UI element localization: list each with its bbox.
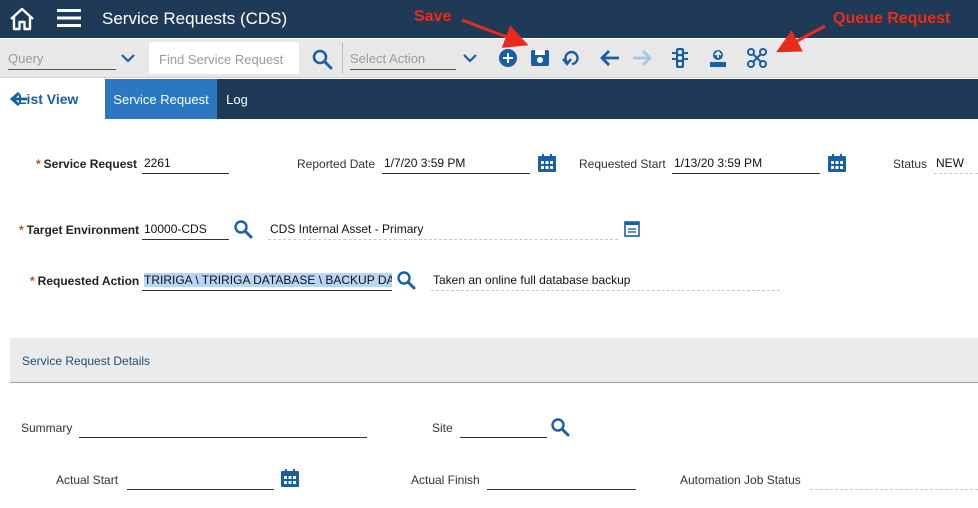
search-icon[interactable] — [311, 48, 333, 70]
calendar-icon[interactable] — [280, 468, 300, 488]
requested-action-field[interactable]: TRIRIGA \ TRIRIGA DATABASE \ BACKUP DAT. — [142, 271, 392, 291]
section-title: Service Request Details — [22, 354, 151, 368]
hamburger-menu-icon[interactable] — [56, 7, 82, 29]
requested-action-value: TRIRIGA \ TRIRIGA DATABASE \ BACKUP DAT. — [144, 273, 392, 287]
status-value: NEW — [934, 154, 978, 174]
tab-list-view-label: List View — [18, 91, 79, 107]
reported-date-field[interactable]: 1/7/20 3:59 PM — [382, 154, 530, 174]
search-icon[interactable] — [233, 219, 253, 239]
queue-request-icon[interactable] — [746, 47, 768, 69]
summary-label: Summary — [21, 421, 73, 435]
query-select[interactable]: Query — [8, 48, 116, 70]
automation-job-status-label: Automation Job Status — [680, 473, 801, 487]
search-icon[interactable] — [396, 270, 416, 290]
queue-request-annotation: Queue Request — [833, 10, 951, 27]
service-request-label: * Service Request — [36, 157, 138, 171]
find-service-request-input[interactable]: Find Service Request — [149, 42, 299, 74]
chevron-down-icon[interactable] — [120, 51, 136, 65]
undo-icon[interactable] — [561, 47, 583, 69]
actual-finish-field[interactable] — [487, 470, 636, 490]
arrow-left-icon[interactable] — [599, 47, 621, 69]
summary-field[interactable] — [79, 418, 367, 438]
automation-job-status-value — [810, 470, 978, 490]
page-title: Service Requests (CDS) — [102, 9, 288, 28]
requested-action-description: Taken an online full database backup — [431, 271, 780, 291]
toolbar: Query Find Service Request Select Action — [0, 39, 978, 78]
arrow-right-icon[interactable] — [631, 47, 653, 69]
traffic-light-icon[interactable] — [669, 47, 691, 69]
save-icon[interactable] — [529, 47, 551, 69]
search-icon[interactable] — [550, 417, 570, 437]
tab-service-request[interactable]: Service Request — [105, 79, 217, 119]
toolbar-divider — [342, 43, 343, 74]
site-label: Site — [432, 421, 453, 435]
calendar-icon[interactable] — [537, 153, 557, 173]
actual-start-field[interactable] — [127, 470, 274, 490]
target-environment-label: * Target Environment — [19, 223, 140, 237]
tab-bar: List View Service Request Log — [0, 79, 978, 119]
tab-list-view[interactable]: List View — [0, 79, 105, 119]
requested-start-field[interactable]: 1/13/20 3:59 PM — [672, 154, 820, 174]
home-icon[interactable] — [8, 6, 36, 32]
calendar-icon[interactable] — [827, 153, 847, 173]
upload-icon[interactable] — [707, 47, 729, 69]
app-window: Service Requests (CDS) Query Find Servic… — [0, 0, 978, 508]
plus-circle-icon[interactable] — [497, 47, 519, 69]
status-label: Status — [893, 157, 928, 171]
actual-start-label: Actual Start — [56, 473, 119, 487]
requested-action-label: * Requested Action — [30, 274, 140, 288]
top-header: Service Requests (CDS) — [0, 0, 978, 38]
chevron-down-icon[interactable] — [462, 51, 478, 65]
form-details-icon[interactable] — [622, 219, 642, 239]
actual-finish-label: Actual Finish — [411, 473, 480, 487]
target-environment-description: CDS Internal Asset - Primary — [268, 220, 618, 240]
site-field[interactable] — [460, 418, 547, 438]
reported-date-label: Reported Date — [297, 157, 376, 171]
tab-log[interactable]: Log — [217, 79, 257, 119]
service-request-field[interactable]: 2261 — [142, 154, 229, 174]
save-annotation: Save — [414, 8, 452, 25]
service-request-details-section[interactable]: Service Request Details — [10, 338, 978, 383]
target-environment-field[interactable]: 10000-CDS — [142, 220, 229, 240]
select-action-dropdown[interactable]: Select Action — [350, 48, 456, 70]
requested-start-label: Requested Start — [579, 157, 666, 171]
